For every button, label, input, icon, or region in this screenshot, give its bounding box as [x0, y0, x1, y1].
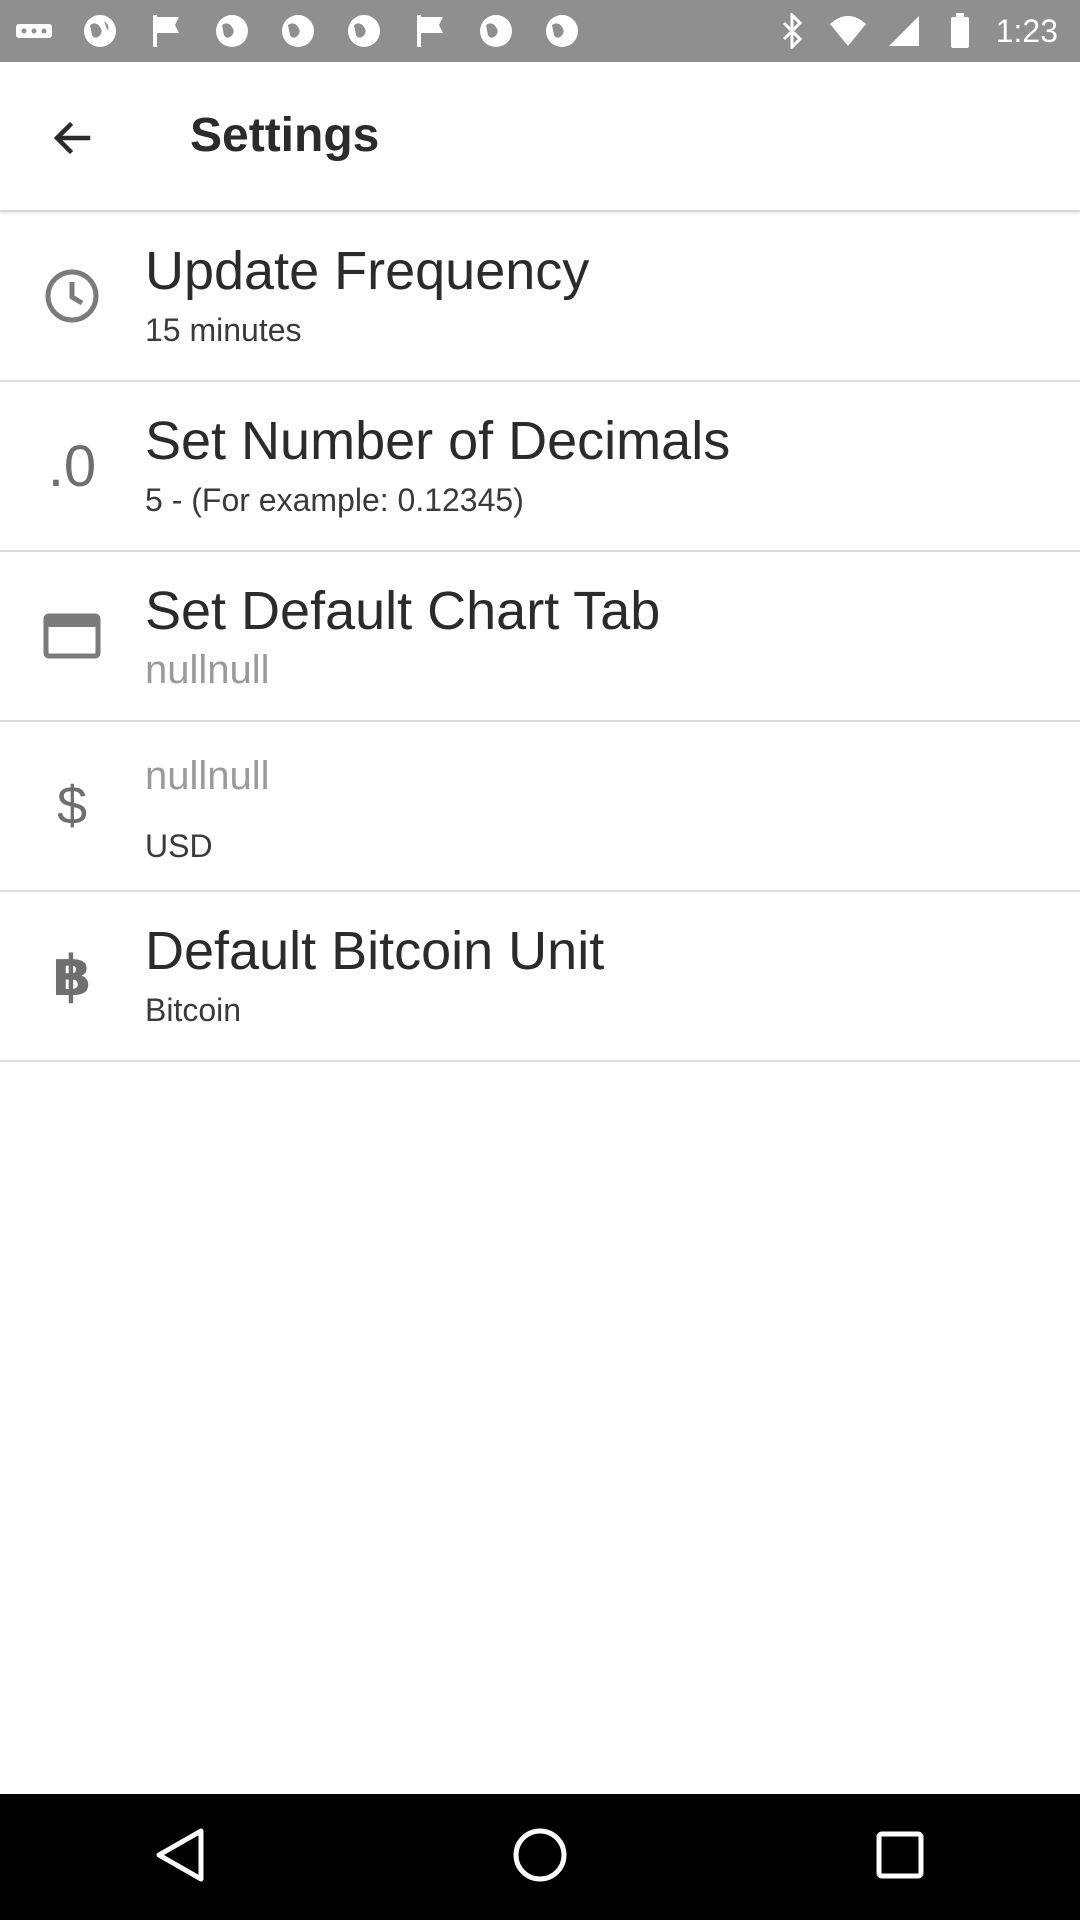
globe-icon	[80, 11, 120, 51]
flag-icon	[146, 11, 186, 51]
system-icons: 1:23	[772, 11, 1058, 51]
settings-list: Update Frequency 15 minutes .0 Set Numbe…	[0, 212, 1080, 1062]
nav-back-button[interactable]	[140, 1817, 220, 1897]
setting-value: USD	[145, 828, 213, 864]
decimals-icon: .0	[36, 382, 108, 550]
setting-value: 5 - (For example: 0.12345)	[145, 482, 524, 518]
globe-icon	[542, 11, 582, 51]
bitcoin-icon-glyph: ฿	[52, 944, 92, 1007]
signal-icon	[884, 11, 924, 51]
globe-icon	[344, 11, 384, 51]
dollar-icon: $	[36, 722, 108, 890]
bluetooth-icon	[772, 11, 812, 51]
setting-currency[interactable]: $ nullnull USD	[0, 722, 1080, 892]
setting-value: Bitcoin	[145, 992, 242, 1028]
notification-icons	[14, 11, 582, 51]
battery-icon	[940, 11, 980, 51]
back-triangle-icon	[153, 1827, 207, 1888]
tab-icon	[36, 552, 108, 720]
setting-default-bitcoin-unit[interactable]: ฿ Default Bitcoin Unit Bitcoin	[0, 892, 1080, 1062]
globe-icon	[476, 11, 516, 51]
wifi-icon	[828, 11, 868, 51]
globe-icon	[212, 11, 252, 51]
setting-title: Set Number of Decimals	[145, 411, 731, 471]
nav-recents-button[interactable]	[860, 1817, 940, 1897]
page-title: Settings	[190, 109, 380, 162]
decimals-icon-glyph: .0	[47, 433, 97, 499]
navigation-bar	[0, 1794, 1080, 1920]
arrow-back-icon	[48, 114, 96, 167]
setting-title: Update Frequency	[145, 241, 590, 301]
clock-icon	[36, 212, 108, 380]
flag-icon	[410, 11, 450, 51]
setting-value: 15 minutes	[145, 312, 302, 348]
status-bar: 1:23	[0, 0, 1080, 62]
home-circle-icon	[512, 1827, 568, 1888]
setting-title: Set Default Chart Tab	[145, 581, 661, 641]
setting-update-frequency[interactable]: Update Frequency 15 minutes	[0, 212, 1080, 382]
bitcoin-icon: ฿	[36, 892, 108, 1060]
clock-time: 1:23	[995, 12, 1058, 49]
nav-home-button[interactable]	[500, 1817, 580, 1897]
app-bar: Settings	[0, 62, 1080, 212]
setting-number-of-decimals[interactable]: .0 Set Number of Decimals 5 - (For examp…	[0, 382, 1080, 552]
setting-title: Default Bitcoin Unit	[145, 921, 605, 981]
setting-value: nullnull	[145, 648, 270, 692]
dollar-icon-glyph: $	[56, 776, 88, 836]
setting-title: nullnull	[145, 754, 270, 798]
back-button[interactable]	[36, 104, 108, 176]
setting-default-chart-tab[interactable]: Set Default Chart Tab nullnull	[0, 552, 1080, 722]
globe-icon	[278, 11, 318, 51]
more-icon	[14, 11, 54, 51]
recents-square-icon	[876, 1831, 924, 1884]
